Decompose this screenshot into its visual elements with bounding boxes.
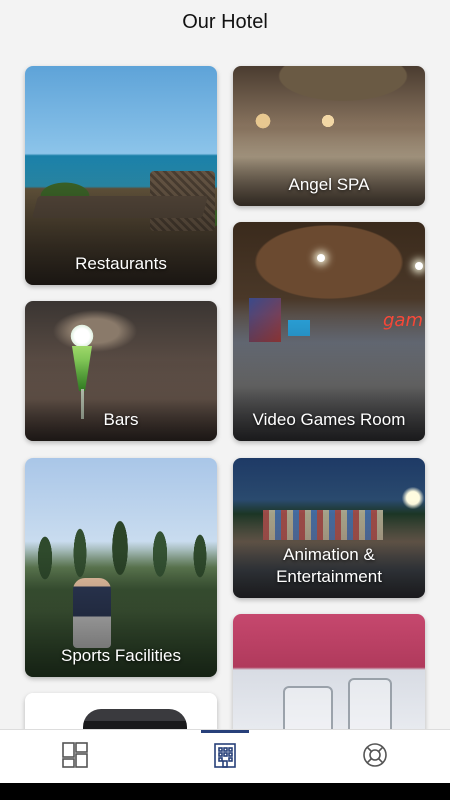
bottom-navigation bbox=[0, 729, 450, 783]
hotel-building-icon bbox=[211, 741, 239, 774]
ceiling-lamp bbox=[317, 254, 325, 262]
app-screen: Our Hotel Restaurants Bars Sports Facili… bbox=[0, 0, 450, 783]
card-restaurants[interactable]: Restaurants bbox=[25, 66, 217, 285]
card-label-restaurants: Restaurants bbox=[75, 254, 167, 273]
nav-tab-hotel[interactable] bbox=[150, 730, 300, 783]
card-bars[interactable]: Bars bbox=[25, 301, 217, 441]
card-video-games[interactable]: gam Video Games Room bbox=[233, 222, 425, 441]
card-sports[interactable]: Sports Facilities bbox=[25, 458, 217, 677]
grid-layout-icon bbox=[61, 741, 89, 774]
card-label-video-games: Video Games Room bbox=[252, 410, 406, 429]
card-animation[interactable]: Animation & Entertainment bbox=[233, 458, 425, 598]
ceiling-lamp bbox=[415, 262, 423, 270]
nav-tab-overview[interactable] bbox=[0, 730, 150, 783]
nav-tab-help[interactable] bbox=[300, 730, 450, 783]
flower-garnish bbox=[69, 323, 95, 349]
card-spa[interactable]: Angel SPA bbox=[233, 66, 425, 206]
card-label-animation: Animation & Entertainment bbox=[276, 545, 382, 586]
page-title: Our Hotel bbox=[0, 0, 450, 45]
card-label-spa: Angel SPA bbox=[288, 175, 370, 194]
card-label-sports: Sports Facilities bbox=[61, 646, 181, 665]
lifebuoy-icon bbox=[361, 741, 389, 774]
system-gesture-bar bbox=[0, 783, 450, 800]
card-label-bars: Bars bbox=[103, 410, 139, 429]
